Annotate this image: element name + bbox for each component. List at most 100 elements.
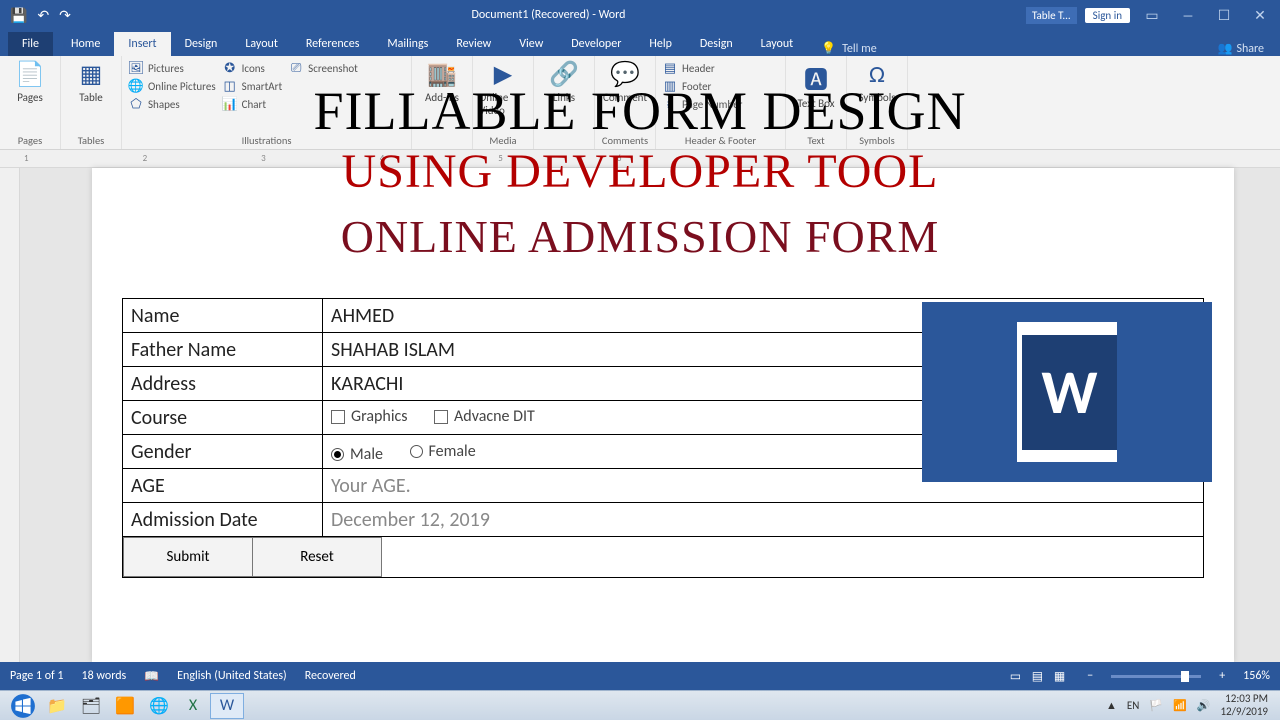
row-buttons: SubmitReset — [123, 537, 1204, 578]
radio-icon — [410, 445, 423, 458]
tab-design[interactable]: Design — [171, 32, 232, 56]
share-button[interactable]: 👥Share — [1217, 41, 1280, 56]
word-w-icon: W — [1022, 335, 1117, 450]
text-box-button[interactable]: 🅰Text Box — [792, 60, 840, 110]
taskbar-media[interactable]: 🟧 — [108, 693, 142, 719]
tray-volume-icon[interactable]: 🔊 — [1197, 699, 1211, 712]
smartart-button[interactable]: ◫SmartArt — [222, 78, 283, 94]
tab-insert[interactable]: Insert — [114, 32, 170, 56]
course-graphics-checkbox[interactable]: Graphics — [331, 407, 408, 426]
tell-me-search[interactable]: 💡Tell me — [821, 41, 876, 56]
undo-icon[interactable]: ↶ — [37, 7, 49, 24]
checkbox-icon — [331, 410, 345, 424]
window-title: Document1 (Recovered) - Word — [71, 8, 1026, 22]
smartart-icon: ◫ — [222, 78, 238, 94]
screenshot-icon: ⎚ — [288, 60, 304, 76]
page-number-button[interactable]: #Page Number — [662, 96, 743, 112]
group-links — [540, 132, 588, 147]
view-buttons: ▭ ▤ ▦ — [1006, 669, 1069, 684]
symbols-button[interactable]: ΩSymbols — [853, 60, 901, 104]
reset-button[interactable]: Reset — [252, 537, 382, 577]
ribbon-options-icon[interactable]: ▭ — [1138, 7, 1166, 24]
taskbar-chrome[interactable]: 🌐 — [142, 693, 176, 719]
redo-icon[interactable]: ↷ — [59, 7, 71, 24]
group-illustrations: Illustrations — [128, 132, 405, 147]
tab-view[interactable]: View — [505, 32, 557, 56]
comment-button[interactable]: 💬Comment — [601, 60, 649, 104]
status-page[interactable]: Page 1 of 1 — [10, 669, 64, 683]
gender-male-radio[interactable]: Male — [331, 445, 383, 464]
radio-checked-icon — [331, 448, 344, 461]
group-symbols: Symbols — [853, 132, 901, 147]
submit-button[interactable]: Submit — [123, 537, 253, 577]
course-advancedit-checkbox[interactable]: Advacne DIT — [434, 407, 535, 426]
tab-references[interactable]: References — [292, 32, 374, 56]
online-video-button[interactable]: ▶Online Video — [479, 60, 527, 117]
tab-mailings[interactable]: Mailings — [373, 32, 442, 56]
start-button[interactable] — [6, 692, 40, 720]
zoom-in-icon[interactable]: + — [1219, 669, 1225, 683]
maximize-icon[interactable]: ☐ — [1210, 7, 1238, 24]
sign-in-button[interactable]: Sign in — [1085, 8, 1130, 23]
link-icon: 🔗 — [549, 60, 579, 89]
windows-orb-icon — [10, 693, 36, 719]
picture-icon: 🖼 — [128, 60, 144, 76]
gender-female-radio[interactable]: Female — [410, 442, 476, 461]
video-icon: ▶ — [494, 60, 512, 89]
date-field[interactable]: December 12, 2019 — [323, 503, 1204, 537]
table-button[interactable]: ▦Table — [67, 60, 115, 104]
ribbon-tabs: File Home Insert Design Layout Reference… — [0, 30, 1280, 56]
zoom-level[interactable]: 156% — [1243, 669, 1270, 683]
close-icon[interactable]: ✕ — [1246, 7, 1274, 24]
pages-button[interactable]: 📄Pages — [6, 60, 54, 104]
footer-button[interactable]: ▥Footer — [662, 78, 743, 94]
tab-file[interactable]: File — [8, 32, 53, 56]
horizontal-ruler[interactable]: 123456 — [0, 150, 1280, 168]
pages-icon: 📄 — [15, 60, 45, 89]
icons-button[interactable]: ✪Icons — [222, 60, 283, 76]
online-pictures-button[interactable]: 🌐Online Pictures — [128, 78, 216, 94]
tray-lang[interactable]: EN — [1127, 699, 1139, 712]
vertical-ruler[interactable] — [0, 168, 20, 662]
footer-icon: ▥ — [662, 78, 678, 94]
tray-flag-icon[interactable]: 🏳️ — [1149, 699, 1163, 712]
group-text: Text — [792, 132, 840, 147]
pictures-button[interactable]: 🖼Pictures — [128, 60, 216, 76]
tab-table-layout[interactable]: Layout — [747, 32, 808, 56]
group-comments: Comments — [601, 132, 649, 147]
spellcheck-icon[interactable]: 📖 — [144, 669, 159, 684]
tray-clock[interactable]: 12:03 PM 12/9/2019 — [1220, 693, 1268, 717]
tray-expand-icon[interactable]: ▲ — [1106, 699, 1117, 712]
save-icon[interactable]: 💾 — [10, 7, 27, 24]
header-button[interactable]: ▤Header — [662, 60, 743, 76]
tray-network-icon[interactable]: 📶 — [1173, 699, 1187, 712]
status-recovered[interactable]: Recovered — [305, 669, 356, 683]
links-button[interactable]: 🔗Links — [540, 60, 588, 104]
omega-icon: Ω — [869, 60, 885, 89]
taskbar-library[interactable]: 🗂 — [74, 693, 108, 719]
taskbar-word[interactable]: W — [210, 693, 244, 719]
taskbar-excel[interactable]: X — [176, 693, 210, 719]
chart-button[interactable]: 📊Chart — [222, 96, 283, 112]
tab-layout[interactable]: Layout — [231, 32, 292, 56]
tab-home[interactable]: Home — [57, 32, 114, 56]
group-pages: Pages — [6, 132, 54, 147]
tab-table-design[interactable]: Design — [686, 32, 747, 56]
zoom-out-icon[interactable]: − — [1087, 669, 1093, 683]
status-language[interactable]: English (United States) — [177, 669, 287, 683]
print-layout-icon[interactable]: ▤ — [1032, 670, 1043, 684]
web-layout-icon[interactable]: ▦ — [1054, 670, 1065, 684]
tab-help[interactable]: Help — [635, 32, 686, 56]
taskbar-explorer[interactable]: 📁 — [40, 693, 74, 719]
read-mode-icon[interactable]: ▭ — [1010, 670, 1021, 684]
tab-developer[interactable]: Developer — [557, 32, 635, 56]
share-icon: 👥 — [1217, 41, 1232, 56]
minimize-icon[interactable]: ― — [1174, 7, 1202, 24]
tab-review[interactable]: Review — [442, 32, 505, 56]
zoom-slider[interactable] — [1111, 675, 1201, 678]
shapes-button[interactable]: ⬠Shapes — [128, 96, 216, 112]
chart-icon: 📊 — [222, 96, 238, 112]
status-words[interactable]: 18 words — [82, 669, 127, 683]
screenshot-button[interactable]: ⎚Screenshot — [288, 60, 358, 76]
addins-button[interactable]: 🏬Add-ins — [418, 60, 466, 104]
